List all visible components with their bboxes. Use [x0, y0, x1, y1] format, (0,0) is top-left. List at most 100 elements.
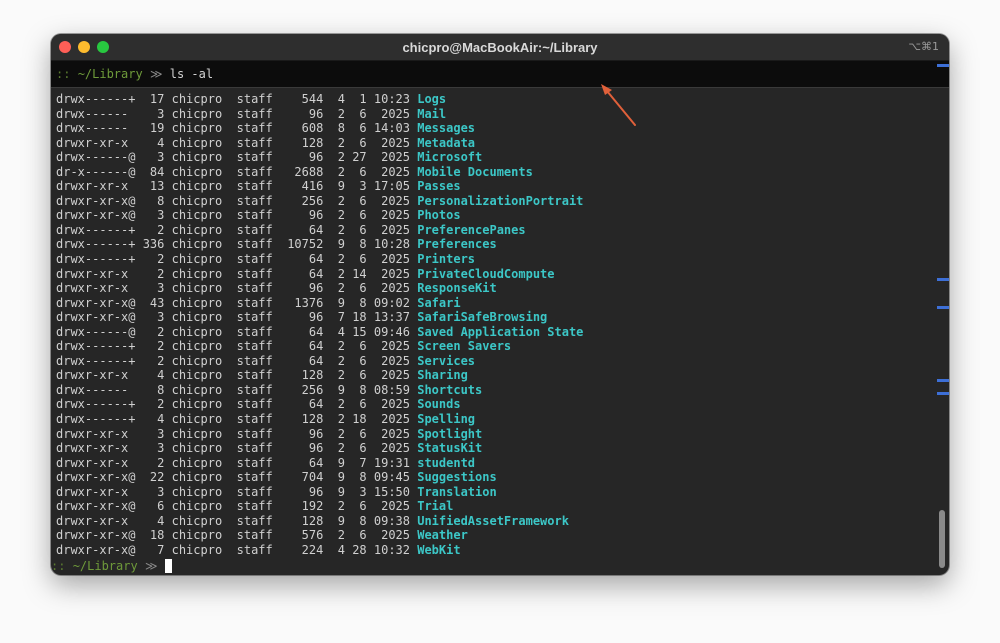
- file-name[interactable]: Sounds: [417, 397, 460, 411]
- listing-row: drwx------@ 3 chicpro staff 96 2 27 2025…: [56, 150, 583, 165]
- file-name[interactable]: PrivateCloudCompute: [417, 267, 554, 281]
- file-name[interactable]: UnifiedAssetFramework: [417, 514, 569, 528]
- listing-row: drwx------+ 2 chicpro staff 64 2 6 2025 …: [56, 252, 583, 267]
- file-name[interactable]: PreferencePanes: [417, 223, 525, 237]
- row-metadata: drwx------+ 17 chicpro staff 544 4 1 10:…: [56, 92, 418, 106]
- prompt-arrow-icon: ≫: [144, 559, 158, 573]
- listing-row: drwx------ 8 chicpro staff 256 9 8 08:59…: [56, 383, 583, 398]
- file-name[interactable]: Translation: [417, 485, 496, 499]
- file-name[interactable]: Spelling: [417, 412, 475, 426]
- row-metadata: drwx------ 3 chicpro staff 96 2 6 2025: [56, 106, 418, 121]
- listing-row: drwxr-xr-x 13 chicpro staff 416 9 3 17:0…: [56, 179, 583, 194]
- listing-row: drwxr-xr-x 3 chicpro staff 96 2 6 2025 R…: [56, 281, 583, 296]
- row-metadata: drwx------+ 4 chicpro staff 128 2 18 202…: [56, 412, 418, 427]
- file-name[interactable]: StatusKit: [417, 441, 482, 455]
- listing-row: drwxr-xr-x 3 chicpro staff 96 9 3 15:50 …: [56, 485, 583, 500]
- file-name[interactable]: Passes: [417, 179, 460, 193]
- listing-row: dr-x------@ 84 chicpro staff 2688 2 6 20…: [56, 165, 583, 180]
- file-name[interactable]: Saved Application State: [417, 325, 583, 339]
- row-metadata: drwxr-xr-x@ 8 chicpro staff 256 2 6 2025: [56, 193, 418, 208]
- file-name[interactable]: Sharing: [417, 368, 468, 382]
- prompt-arrow-icon: ≫: [149, 67, 163, 81]
- row-metadata: drwxr-xr-x@ 3 chicpro staff 96 2 6 2025: [56, 208, 418, 223]
- row-metadata: drwxr-xr-x@ 7 chicpro staff 224 4 28 10:…: [56, 542, 418, 557]
- window-title: chicpro@MacBookAir:~/Library: [402, 40, 598, 55]
- scroll-marker: [937, 392, 949, 395]
- row-metadata: drwxr-xr-x 2 chicpro staff 64 9 7 19:31: [56, 455, 418, 470]
- file-name[interactable]: Preferences: [417, 237, 496, 251]
- row-metadata: drwx------ 8 chicpro staff 256 9 8 08:59: [56, 382, 418, 397]
- file-name[interactable]: Trial: [417, 499, 453, 513]
- row-metadata: drwxr-xr-x 2 chicpro staff 64 2 14 2025: [56, 266, 418, 281]
- file-name[interactable]: Spotlight: [417, 427, 482, 441]
- file-name[interactable]: Logs: [417, 92, 446, 106]
- file-name[interactable]: Weather: [417, 528, 468, 542]
- file-name[interactable]: Mobile Documents: [417, 165, 533, 179]
- file-name[interactable]: Suggestions: [417, 470, 496, 484]
- listing-row: drwx------+ 2 chicpro staff 64 2 6 2025 …: [56, 397, 583, 412]
- listing-row: drwxr-xr-x@ 8 chicpro staff 256 2 6 2025…: [56, 194, 583, 209]
- row-metadata: drwxr-xr-x@ 3 chicpro staff 96 7 18 13:3…: [56, 310, 418, 325]
- row-metadata: drwxr-xr-x@ 18 chicpro staff 576 2 6 202…: [56, 528, 418, 543]
- listing-row: drwxr-xr-x@ 43 chicpro staff 1376 9 8 09…: [56, 296, 583, 311]
- command-bar[interactable]: :: ~/Library ≫ ls -al: [51, 61, 949, 88]
- file-name[interactable]: Photos: [417, 208, 460, 222]
- file-name[interactable]: Mail: [417, 107, 446, 121]
- listing-row: drwxr-xr-x@ 18 chicpro staff 576 2 6 202…: [56, 528, 583, 543]
- listing-row: drwx------+ 2 chicpro staff 64 2 6 2025 …: [56, 223, 583, 238]
- file-name[interactable]: WebKit: [417, 543, 460, 557]
- active-prompt[interactable]: :: ~/Library ≫: [51, 559, 172, 573]
- title-bar: chicpro@MacBookAir:~/Library ⌥⌘1: [51, 34, 949, 61]
- window-shortcut: ⌥⌘1: [908, 40, 939, 53]
- row-metadata: dr-x------@ 84 chicpro staff 2688 2 6 20…: [56, 164, 418, 179]
- row-metadata: drwxr-xr-x 4 chicpro staff 128 2 6 2025: [56, 135, 418, 150]
- listing-row: drwxr-xr-x@ 7 chicpro staff 224 4 28 10:…: [56, 543, 583, 558]
- file-name[interactable]: ResponseKit: [417, 281, 496, 295]
- listing-row: drwx------ 3 chicpro staff 96 2 6 2025 M…: [56, 107, 583, 122]
- file-name[interactable]: Printers: [417, 252, 475, 266]
- row-metadata: drwx------+ 2 chicpro staff 64 2 6 2025: [56, 353, 418, 368]
- scrollbar-thumb[interactable]: [939, 510, 945, 568]
- listing-row: drwxr-xr-x 4 chicpro staff 128 2 6 2025 …: [56, 136, 583, 151]
- file-name[interactable]: Microsoft: [417, 150, 482, 164]
- listing-row: drwx------+ 336 chicpro staff 10752 9 8 …: [56, 237, 583, 252]
- row-metadata: drwx------+ 2 chicpro staff 64 2 6 2025: [56, 397, 418, 412]
- row-metadata: drwxr-xr-x@ 6 chicpro staff 192 2 6 2025: [56, 499, 418, 514]
- row-metadata: drwxr-xr-x 3 chicpro staff 96 9 3 15:50: [56, 484, 418, 499]
- listing-row: drwxr-xr-x 2 chicpro staff 64 2 14 2025 …: [56, 267, 583, 282]
- listing-row: drwx------@ 2 chicpro staff 64 4 15 09:4…: [56, 325, 583, 340]
- text-cursor: [164, 559, 172, 573]
- directory-listing: drwx------+ 17 chicpro staff 544 4 1 10:…: [56, 92, 583, 558]
- file-name[interactable]: Services: [417, 354, 475, 368]
- file-name[interactable]: Metadata: [417, 136, 475, 150]
- listing-row: drwxr-xr-x@ 22 chicpro staff 704 9 8 09:…: [56, 470, 583, 485]
- row-metadata: drwx------@ 2 chicpro staff 64 4 15 09:4…: [56, 324, 418, 339]
- command-line: :: ~/Library ≫ ls -al: [56, 67, 213, 81]
- listing-row: drwx------+ 17 chicpro staff 544 4 1 10:…: [56, 92, 583, 107]
- listing-row: drwxr-xr-x 3 chicpro staff 96 2 6 2025 S…: [56, 427, 583, 442]
- file-name[interactable]: Messages: [417, 121, 475, 135]
- row-metadata: drwx------+ 2 chicpro staff 64 2 6 2025: [56, 222, 418, 237]
- file-name[interactable]: PersonalizationPortrait: [417, 194, 583, 208]
- listing-row: drwx------+ 2 chicpro staff 64 2 6 2025 …: [56, 354, 583, 369]
- scroll-marker: [937, 278, 949, 281]
- prompt-path: ~/Library: [72, 559, 138, 573]
- row-metadata: drwxr-xr-x 4 chicpro staff 128 2 6 2025: [56, 368, 418, 383]
- row-metadata: drwxr-xr-x 13 chicpro staff 416 9 3 17:0…: [56, 179, 418, 194]
- file-name[interactable]: Screen Savers: [417, 339, 511, 353]
- listing-row: drwx------ 19 chicpro staff 608 8 6 14:0…: [56, 121, 583, 136]
- scroll-marker: [937, 306, 949, 309]
- prompt-separator: ::: [56, 67, 71, 81]
- file-name[interactable]: SafariSafeBrowsing: [417, 310, 547, 324]
- listing-row: drwxr-xr-x 4 chicpro staff 128 9 8 09:38…: [56, 514, 583, 529]
- row-metadata: drwx------+ 336 chicpro staff 10752 9 8 …: [56, 237, 418, 252]
- file-name[interactable]: studentd: [417, 456, 475, 470]
- row-metadata: drwx------+ 2 chicpro staff 64 2 6 2025: [56, 252, 418, 267]
- row-metadata: drwx------ 19 chicpro staff 608 8 6 14:0…: [56, 121, 418, 136]
- file-name[interactable]: Safari: [417, 296, 460, 310]
- scroll-marker: [937, 64, 949, 67]
- row-metadata: drwx------@ 3 chicpro staff 96 2 27 2025: [56, 150, 418, 165]
- terminal-window: chicpro@MacBookAir:~/Library ⌥⌘1 :: ~/Li…: [51, 34, 949, 575]
- file-name[interactable]: Shortcuts: [417, 383, 482, 397]
- row-metadata: drwxr-xr-x 3 chicpro staff 96 2 6 2025: [56, 426, 418, 441]
